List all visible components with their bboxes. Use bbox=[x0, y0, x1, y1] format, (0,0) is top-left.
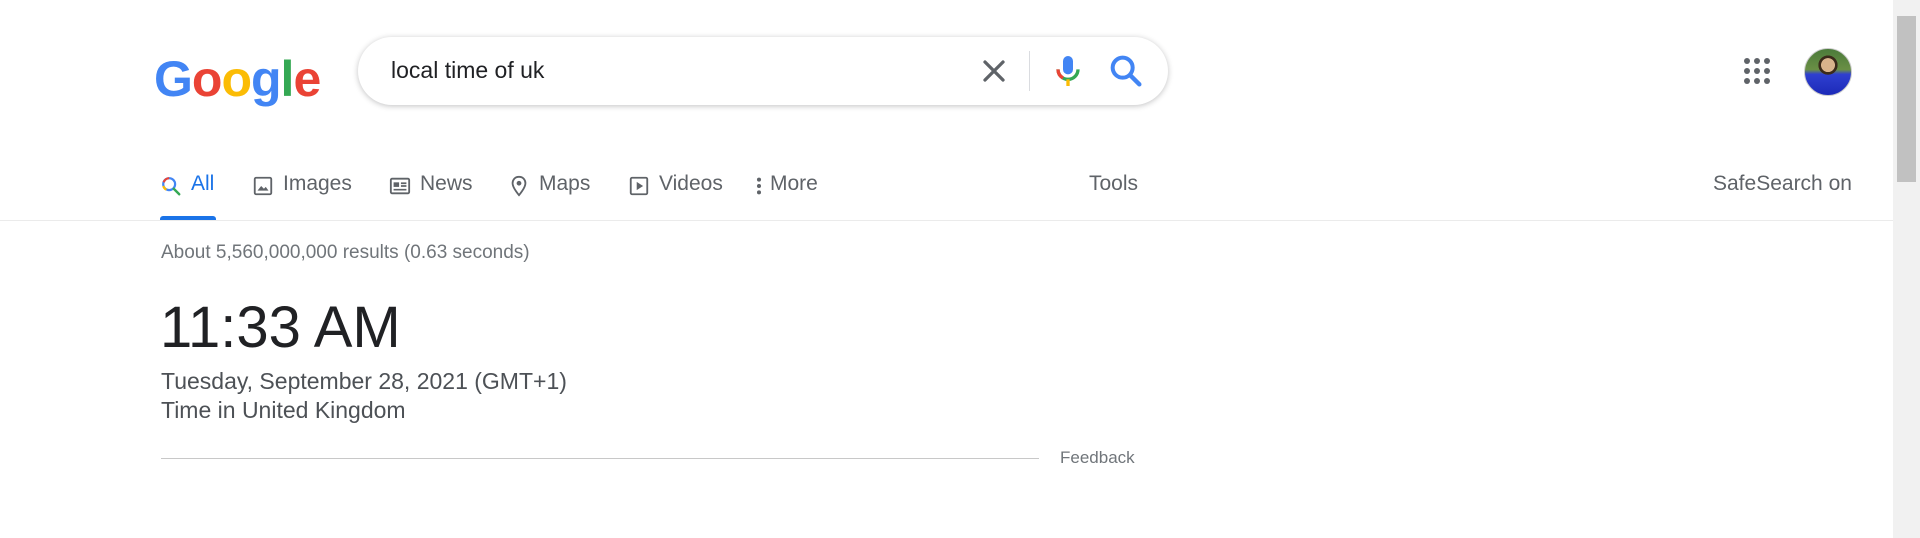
feedback-divider bbox=[161, 458, 1039, 459]
feedback-link[interactable]: Feedback bbox=[1060, 448, 1135, 468]
map-pin-icon bbox=[508, 175, 530, 197]
google-logo[interactable]: Google bbox=[154, 50, 321, 108]
tab-label: News bbox=[420, 172, 473, 195]
logo-letter: o bbox=[191, 51, 223, 107]
tab-images[interactable]: Images bbox=[252, 172, 352, 220]
tab-label: More bbox=[770, 172, 818, 195]
news-icon bbox=[389, 175, 411, 197]
video-play-icon bbox=[628, 175, 650, 197]
tab-videos[interactable]: Videos bbox=[628, 172, 723, 220]
search-box[interactable]: local time of uk bbox=[358, 37, 1168, 105]
scrollbar-thumb[interactable] bbox=[1897, 16, 1916, 182]
logo-letter: g bbox=[251, 51, 282, 107]
search-icon bbox=[160, 175, 182, 197]
current-time: 11:33 AM bbox=[160, 295, 401, 360]
close-icon[interactable] bbox=[976, 53, 1012, 89]
tab-label: Maps bbox=[539, 172, 591, 195]
avatar[interactable] bbox=[1804, 48, 1852, 96]
tabs-divider bbox=[0, 220, 1893, 221]
tab-maps[interactable]: Maps bbox=[508, 172, 590, 220]
result-stats: About 5,560,000,000 results (0.63 second… bbox=[161, 242, 530, 263]
logo-letter: o bbox=[221, 51, 252, 107]
tab-label: Images bbox=[283, 172, 352, 195]
apps-grid-icon[interactable] bbox=[1742, 56, 1772, 86]
logo-letter: G bbox=[154, 51, 193, 107]
tab-more[interactable]: More bbox=[754, 172, 818, 220]
logo-letter: e bbox=[293, 51, 321, 107]
tools-button[interactable]: Tools bbox=[1089, 172, 1138, 196]
scrollbar[interactable] bbox=[1893, 0, 1920, 538]
tab-label: Videos bbox=[659, 172, 723, 195]
search-icon[interactable] bbox=[1106, 51, 1146, 91]
image-icon bbox=[252, 175, 274, 197]
logo-letter: l bbox=[280, 51, 295, 107]
search-divider bbox=[1029, 51, 1030, 91]
microphone-icon[interactable] bbox=[1048, 51, 1088, 91]
search-input[interactable]: local time of uk bbox=[391, 57, 544, 84]
tab-all[interactable]: All bbox=[160, 172, 216, 220]
tab-news[interactable]: News bbox=[389, 172, 473, 220]
safesearch-toggle[interactable]: SafeSearch on bbox=[1713, 172, 1852, 196]
current-date: Tuesday, September 28, 2021 (GMT+1) bbox=[161, 368, 567, 394]
more-vertical-icon bbox=[754, 175, 764, 197]
tab-label: All bbox=[191, 172, 215, 195]
time-location: Time in United Kingdom bbox=[161, 397, 406, 423]
